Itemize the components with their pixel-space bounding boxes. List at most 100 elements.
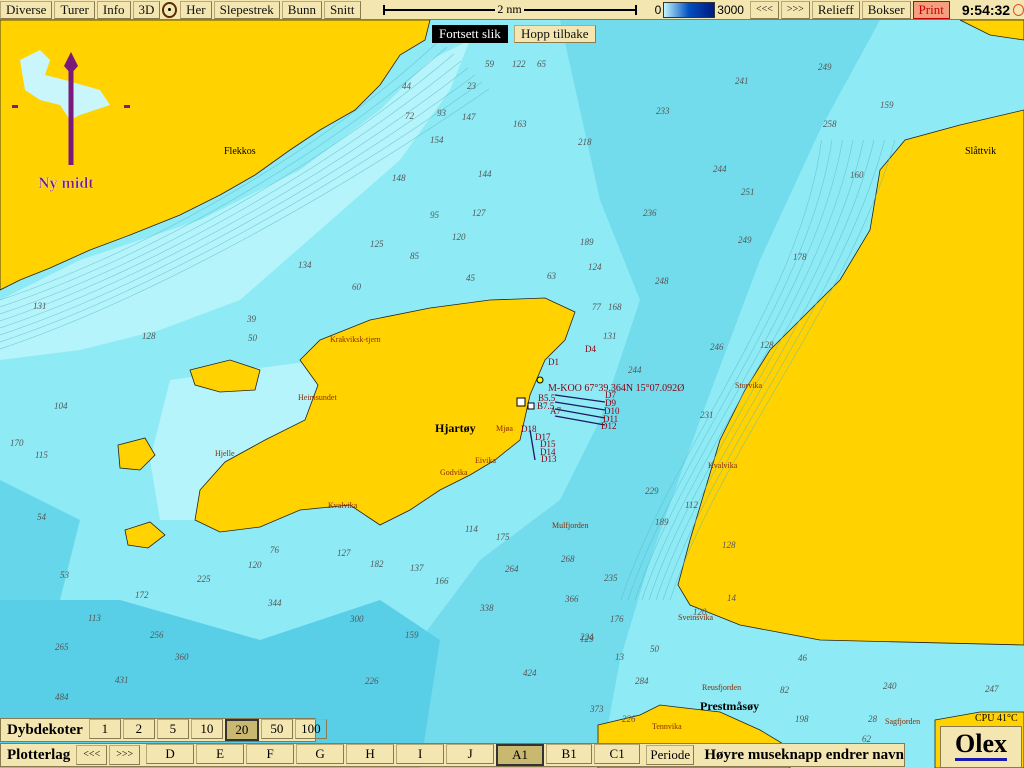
depth-label: 72 (405, 111, 415, 121)
depth-label: 182 (370, 559, 384, 569)
depth-label: 373 (589, 704, 604, 714)
depth-label: 256 (150, 630, 164, 640)
plot-layer-bar: Plotterlag <<< >>> D E F G H I J A1 B1 C1 Periode… (0, 743, 905, 767)
jump-back-button[interactable]: Hopp tilbake (514, 25, 596, 43)
depth-label: 59 (485, 59, 495, 69)
depth-label: 122 (512, 59, 526, 69)
depth-label: 124 (588, 262, 602, 272)
depth-label: 127 (337, 548, 351, 558)
depth-label: 231 (700, 410, 714, 420)
snitt-button[interactable]: Snitt (323, 0, 361, 19)
slepestrek-button[interactable]: Slepestrek (213, 0, 280, 19)
depth-label: 484 (55, 692, 69, 702)
depth-contour-50-button[interactable]: 50 (260, 719, 293, 739)
depth-label: 13 (615, 652, 625, 662)
depth-label: 112 (685, 500, 698, 510)
depth-label: 431 (115, 675, 129, 685)
depth-label: 46 (798, 653, 808, 663)
depth-contour-10-button[interactable]: 10 (190, 719, 223, 739)
place-kvalvika: Kvalvika (328, 501, 358, 510)
layer-B1-button[interactable]: B1 (546, 744, 593, 764)
depth-contour-bar: Dybdekoter 1 2 5 10 20 50 100 (0, 718, 327, 742)
mark-label: D1 (548, 357, 559, 367)
depth-label: 424 (523, 668, 537, 678)
layer-H-button[interactable]: H (346, 744, 395, 764)
depth-label: 225 (197, 574, 211, 584)
place-godvika: Godvika (440, 468, 468, 477)
prev-button[interactable]: <<< (749, 0, 779, 19)
continue-button[interactable]: Fortsett slik (432, 25, 508, 43)
plot-layer-label: Plotterlag (7, 746, 71, 763)
depth-label: 246 (710, 342, 724, 352)
depth-label: 128 (760, 340, 774, 350)
chart-map[interactable]: 59 122 6523932412491594472 1471632332582181… (0, 20, 1024, 768)
period-button[interactable]: Periode (646, 745, 695, 765)
layer-G-button[interactable]: G (296, 744, 345, 764)
depth-min-label: 0 (654, 2, 662, 17)
mark-label: D12 (601, 421, 617, 431)
info-button[interactable]: Info (96, 0, 131, 19)
relief-button[interactable]: Relieff (811, 0, 860, 19)
depth-label: 175 (496, 532, 510, 542)
layer-F-button[interactable]: F (246, 744, 295, 764)
depth-label: 338 (479, 603, 494, 613)
next-button[interactable]: >>> (780, 0, 810, 19)
depth-contour-1-button[interactable]: 1 (88, 719, 121, 739)
depth-label: 14 (727, 593, 737, 603)
mark-label: D13 (541, 454, 557, 464)
mark-label: D4 (585, 344, 596, 354)
depth-label: 93 (437, 108, 447, 118)
target-icon[interactable] (162, 1, 178, 18)
depth-label: 159 (880, 100, 894, 110)
print-button[interactable]: Print (912, 0, 950, 19)
place-storvika: Storvika (735, 381, 763, 390)
depth-contour-5-button[interactable]: 5 (156, 719, 189, 739)
compass-label[interactable]: Ny midt (38, 175, 95, 192)
layer-prev-button[interactable]: <<< (76, 745, 108, 765)
depth-label: 172 (135, 590, 149, 600)
diverse-button[interactable]: Diverse (0, 0, 53, 19)
depth-contour-20-button[interactable]: 20 (224, 719, 259, 741)
place-tennvika: Tennvika (652, 722, 682, 731)
turer-button[interactable]: Turer (54, 0, 95, 19)
depth-label: 127 (472, 208, 486, 218)
depth-label: 247 (985, 684, 999, 694)
bunn-button[interactable]: Bunn (281, 0, 322, 19)
her-button[interactable]: Her (180, 0, 212, 19)
depth-label: 284 (635, 676, 649, 686)
depth-label: 360 (174, 652, 189, 662)
layer-D-button[interactable]: D (146, 744, 195, 764)
depth-label: 160 (850, 170, 864, 180)
scale-bar: 2 nm (382, 2, 637, 17)
depth-label: 65 (537, 59, 547, 69)
sun-icon[interactable] (1013, 3, 1024, 16)
depth-label: 120 (248, 560, 262, 570)
place-sagfjorden: Sagfjorden (885, 717, 920, 726)
depth-label: 147 (462, 112, 476, 122)
layer-C1-button[interactable]: C1 (594, 744, 641, 764)
layer-next-button[interactable]: >>> (109, 745, 141, 765)
layer-hint: Høyre museknapp endrer navn (704, 746, 904, 763)
depth-contour-100-button[interactable]: 100 (294, 719, 327, 739)
boxes-button[interactable]: Bokser (861, 0, 911, 19)
depth-label: 189 (580, 237, 594, 247)
depth-label: 189 (655, 517, 669, 527)
depth-label: 120 (452, 232, 466, 242)
layer-I-button[interactable]: I (396, 744, 445, 764)
depth-max-label: 3000 (717, 2, 744, 17)
depth-label: 23 (467, 81, 477, 91)
layer-J-button[interactable]: J (446, 744, 495, 764)
depth-label: 163 (513, 119, 527, 129)
depth-label: 300 (349, 614, 364, 624)
depth-label: 39 (246, 314, 257, 324)
depth-label: 76 (270, 545, 280, 555)
layer-A1-button[interactable]: A1 (496, 744, 545, 766)
depth-label: 148 (392, 173, 406, 183)
depth-label: 63 (547, 271, 557, 281)
depth-label: 236 (643, 208, 657, 218)
3d-button[interactable]: 3D (132, 0, 161, 19)
depth-label: 53 (60, 570, 70, 580)
depth-contour-2-button[interactable]: 2 (122, 719, 155, 739)
olex-logo[interactable]: Olex (940, 726, 1022, 768)
layer-E-button[interactable]: E (196, 744, 245, 764)
